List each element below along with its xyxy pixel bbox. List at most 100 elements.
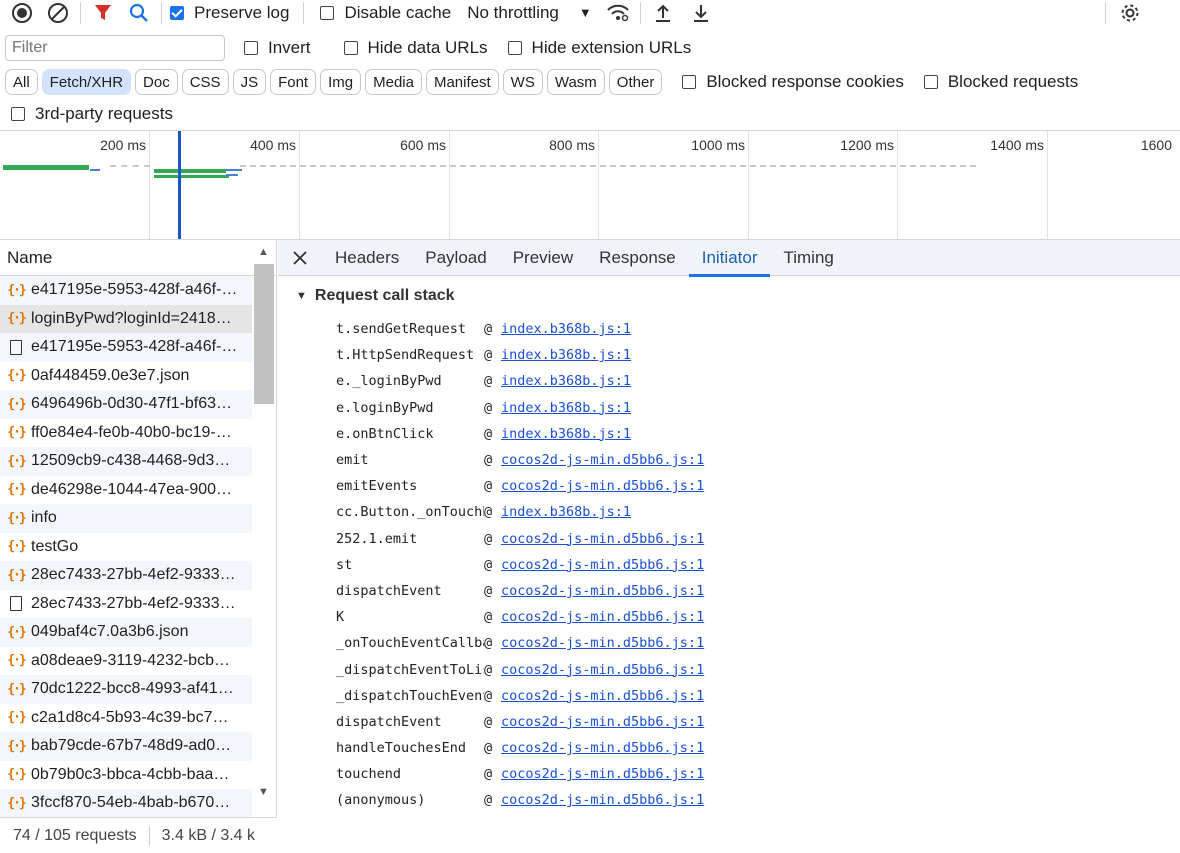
xhr-icon-glyph: {·}	[7, 482, 27, 498]
export-har-icon[interactable]	[687, 0, 715, 27]
divider	[639, 1, 641, 24]
frame-source-link[interactable]: index.b368b.js:1	[501, 504, 631, 520]
frame-source-link[interactable]: cocos2d-js-min.d5bb6.js:1	[501, 635, 704, 651]
request-row[interactable]: {·} 0af448459.0e3e7.json	[0, 362, 252, 391]
gear-icon[interactable]	[1116, 0, 1144, 27]
filter-input[interactable]	[5, 35, 225, 61]
request-row[interactable]: {·} bab79cde-67b7-48d9-ad0…	[0, 732, 252, 761]
preserve-log-checkbox[interactable]	[170, 5, 184, 20]
frame-source-link[interactable]: cocos2d-js-min.d5bb6.js:1	[501, 557, 704, 573]
at-sign: @	[484, 635, 493, 652]
request-name: info	[31, 509, 57, 527]
xhr-icon-glyph: {·}	[7, 453, 27, 469]
type-filter-font[interactable]: Font	[270, 69, 317, 95]
invert-checkbox[interactable]	[244, 41, 258, 55]
network-conditions-icon[interactable]	[604, 0, 632, 27]
frame-source-link[interactable]: cocos2d-js-min.d5bb6.js:1	[501, 609, 704, 625]
request-row[interactable]: {·} 6496496b-0d30-47f1-bf63…	[0, 390, 252, 419]
chevron-down-icon[interactable]: ▼	[579, 5, 592, 20]
type-filter-other[interactable]: Other	[608, 69, 663, 95]
tab-headers[interactable]: Headers	[322, 240, 412, 276]
scrollbar-thumb[interactable]	[254, 264, 274, 404]
hide-extension-urls-checkbox[interactable]	[507, 41, 522, 55]
tab-payload[interactable]: Payload	[412, 240, 499, 276]
name-column-header[interactable]: Name	[0, 240, 276, 276]
type-filter-all[interactable]: All	[5, 69, 38, 95]
status-bar: 74 / 105 requests 3.4 kB / 3.4 k	[0, 817, 277, 853]
request-row[interactable]: 28ec7433-27bb-4ef2-9333…	[0, 590, 252, 619]
frame-function: 252.1.emit	[336, 530, 418, 547]
frame-source-link[interactable]: cocos2d-js-min.d5bb6.js:1	[501, 478, 704, 494]
request-row[interactable]: {·} info	[0, 504, 252, 533]
record-icon[interactable]	[8, 0, 36, 27]
frame-source-link[interactable]: index.b368b.js:1	[501, 373, 631, 389]
frame-source-link[interactable]: cocos2d-js-min.d5bb6.js:1	[501, 766, 704, 782]
frame-function: e._loginByPwd	[336, 373, 442, 390]
import-har-icon[interactable]	[649, 0, 677, 27]
request-row[interactable]: {·} de46298e-1044-47ea-900…	[0, 476, 252, 505]
timeline-overview[interactable]: 200 ms 400 ms 600 ms 800 ms 1000 ms 1200 ms 14…	[0, 130, 1180, 240]
timeline-tick-label: 1600	[1140, 137, 1172, 153]
clear-icon[interactable]	[44, 0, 72, 27]
timeline-gridline	[449, 131, 450, 239]
tab-initiator[interactable]: Initiator	[688, 240, 771, 277]
scroll-up-icon[interactable]: ▲	[258, 246, 269, 258]
frame-source-link[interactable]: cocos2d-js-min.d5bb6.js:1	[501, 662, 704, 678]
request-row[interactable]: {·} 3fccf870-54eb-4bab-b670…	[0, 789, 252, 818]
divider	[80, 1, 81, 24]
type-filter-doc[interactable]: Doc	[135, 69, 178, 95]
request-row[interactable]: {·} loginByPwd?loginId=2418…	[0, 304, 252, 333]
frame-source-link[interactable]: cocos2d-js-min.d5bb6.js:1	[501, 714, 704, 730]
type-filter-manifest[interactable]: Manifest	[425, 69, 499, 95]
scroll-down-icon[interactable]: ▼	[258, 786, 269, 798]
tab-preview[interactable]: Preview	[500, 240, 586, 276]
hide-data-urls-checkbox[interactable]	[343, 41, 358, 55]
stack-frame: e.loginByPwd @ index.b368b.js:1	[278, 395, 1180, 421]
type-filter-media[interactable]: Media	[365, 69, 422, 95]
disable-cache-checkbox[interactable]	[320, 5, 335, 20]
request-row[interactable]: {·} testGo	[0, 533, 252, 562]
request-row[interactable]: {·} 0b79b0c3-bbca-4cbb-baa…	[0, 761, 252, 790]
request-row[interactable]: e417195e-5953-428f-a46f-…	[0, 333, 252, 362]
request-row[interactable]: {·} e417195e-5953-428f-a46f-…	[0, 276, 252, 305]
stack-frame: e.onBtnClick @ index.b368b.js:1	[278, 421, 1180, 447]
frame-source-link[interactable]: cocos2d-js-min.d5bb6.js:1	[501, 740, 704, 756]
search-icon[interactable]	[125, 0, 153, 27]
request-row[interactable]: {·} a08deae9-3119-4232-bcb…	[0, 647, 252, 676]
filter-icon[interactable]	[89, 0, 117, 27]
request-row[interactable]: {·} ff0e84e4-fe0b-40b0-bc19-…	[0, 419, 252, 448]
frame-source-link[interactable]: index.b368b.js:1	[501, 347, 631, 363]
type-filter-wasm[interactable]: Wasm	[546, 69, 605, 95]
type-filter-ws[interactable]: WS	[502, 69, 543, 95]
frame-function: t.sendGetRequest	[336, 321, 467, 338]
blocked-requests-checkbox[interactable]	[923, 75, 938, 89]
xhr-icon: {·}	[7, 653, 27, 668]
timeline-cursor	[178, 131, 181, 239]
close-icon[interactable]	[278, 250, 322, 265]
throttling-select[interactable]: No throttling	[467, 3, 559, 23]
frame-source-link[interactable]: cocos2d-js-min.d5bb6.js:1	[501, 531, 704, 547]
request-row[interactable]: {·} c2a1d8c4-5b93-4c39-bc7…	[0, 704, 252, 733]
request-row[interactable]: {·} 28ec7433-27bb-4ef2-9333…	[0, 561, 252, 590]
frame-source-link[interactable]: index.b368b.js:1	[501, 400, 631, 416]
frame-source-link[interactable]: cocos2d-js-min.d5bb6.js:1	[501, 688, 704, 704]
request-row[interactable]: {·} 049baf4c7.0a3b6.json	[0, 618, 252, 647]
call-stack-section[interactable]: ▼ Request call stack	[278, 276, 1180, 316]
request-row[interactable]: {·} 12509cb9-c438-4468-9d3…	[0, 447, 252, 476]
type-filter-fetch-xhr[interactable]: Fetch/XHR	[41, 69, 132, 95]
request-list-scrollbar[interactable]: ▲ ▼	[254, 246, 274, 804]
frame-source-link[interactable]: cocos2d-js-min.d5bb6.js:1	[501, 792, 704, 808]
type-filter-css[interactable]: CSS	[181, 69, 229, 95]
frame-source-link[interactable]: index.b368b.js:1	[501, 321, 631, 337]
third-party-checkbox[interactable]	[11, 107, 25, 121]
network-toolbar: Preserve log Disable cache No throttling…	[0, 0, 1180, 25]
frame-source-link[interactable]: cocos2d-js-min.d5bb6.js:1	[501, 583, 704, 599]
type-filter-js[interactable]: JS	[232, 69, 267, 95]
frame-source-link[interactable]: index.b368b.js:1	[501, 426, 631, 442]
tab-response[interactable]: Response	[586, 240, 689, 276]
blocked-response-cookies-checkbox[interactable]	[682, 75, 697, 89]
type-filter-img[interactable]: Img	[320, 69, 362, 95]
tab-timing[interactable]: Timing	[770, 240, 846, 276]
request-row[interactable]: {·} 70dc1222-bcc8-4993-af41…	[0, 675, 252, 704]
frame-source-link[interactable]: cocos2d-js-min.d5bb6.js:1	[501, 452, 704, 468]
